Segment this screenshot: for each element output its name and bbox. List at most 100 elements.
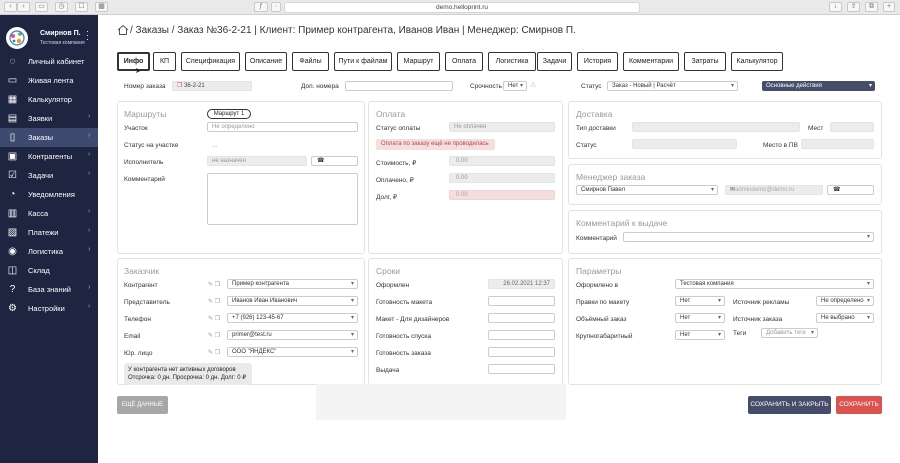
sidebar-item-10[interactable]: ▨ Платежи › bbox=[0, 223, 98, 242]
delivery-date-input[interactable] bbox=[488, 364, 555, 374]
extra-numbers-input[interactable] bbox=[345, 81, 453, 91]
status-label: Статус bbox=[581, 83, 602, 90]
new-tab-icon[interactable]: + bbox=[883, 2, 895, 12]
email-select[interactable]: primer@test.ru bbox=[227, 330, 358, 340]
sidebar-item-9[interactable]: ▥ Касса › bbox=[0, 204, 98, 223]
places-field[interactable] bbox=[830, 122, 874, 132]
tags-input[interactable]: Добавить теги bbox=[761, 328, 818, 338]
sidebar-item-label: Контрагенты bbox=[28, 152, 73, 161]
tab-5[interactable]: Файлы bbox=[292, 52, 329, 71]
designer-layout-label: Макет - Для дизайнеров bbox=[376, 316, 450, 323]
cost-label: Стоимость, ₽ bbox=[376, 160, 417, 167]
designer-layout-input[interactable] bbox=[488, 313, 555, 323]
grid-icon[interactable]: ▦ bbox=[95, 2, 108, 12]
sidebar-item-8[interactable]: ◔ Уведомления bbox=[0, 185, 98, 204]
save-and-close-button[interactable]: СОХРАНИТЬ И ЗАКРЫТЬ bbox=[748, 396, 831, 414]
back-icon[interactable]: ‹ bbox=[4, 2, 17, 12]
sidebar-item-14[interactable]: ⚙ Настройки › bbox=[0, 299, 98, 318]
sidebar-item-1[interactable]: ◌ Личный кабинет bbox=[0, 52, 98, 71]
sidebar-item-11[interactable]: ◉ Логистика › bbox=[0, 242, 98, 261]
section-input[interactable]: Не определено bbox=[207, 122, 358, 132]
status-select[interactable]: Заказ - Новый | Расчёт bbox=[607, 81, 738, 91]
route-1-button[interactable]: Маршрут 1 bbox=[207, 109, 251, 119]
sidebar-item-6[interactable]: ▣ Контрагенты › bbox=[0, 147, 98, 166]
ad-source-select[interactable]: Не определено bbox=[816, 296, 874, 306]
bulk-order-select[interactable]: Нет bbox=[675, 313, 725, 323]
manager-phone-icon[interactable]: ☎ bbox=[827, 185, 874, 195]
sidebar-item-label: Заявки bbox=[28, 114, 53, 123]
manager-select[interactable]: Смирнов Павел bbox=[576, 185, 718, 195]
sidebar-item-label: Платежи bbox=[28, 228, 59, 237]
tab-2[interactable]: КП bbox=[153, 52, 176, 71]
calculator-icon: ▦ bbox=[7, 94, 18, 105]
sidebar-item-2[interactable]: ▭ Живая лента bbox=[0, 71, 98, 90]
phone-icon[interactable]: ☎ bbox=[311, 156, 358, 166]
tab-13[interactable]: Затраты bbox=[684, 52, 726, 71]
layout-ready-input[interactable] bbox=[488, 296, 555, 306]
payment-status-label: Статус оплаты bbox=[376, 125, 421, 132]
sidebar-item-label: Логистика bbox=[28, 247, 64, 256]
terms-title: Сроки bbox=[376, 266, 401, 276]
sidebar-item-3[interactable]: ▦ Калькулятор bbox=[0, 90, 98, 109]
order-ready-input[interactable] bbox=[488, 347, 555, 357]
history-icon[interactable]: ◷ bbox=[55, 2, 68, 12]
more-data-button[interactable]: ЕЩЁ ДАННЫЕ bbox=[117, 396, 168, 414]
tab-11[interactable]: История bbox=[577, 52, 618, 71]
representative-select[interactable]: Иванов Иван Иванович bbox=[227, 296, 358, 306]
issue-comment-select[interactable] bbox=[623, 232, 874, 242]
delivery-type-field[interactable] bbox=[632, 122, 800, 132]
edit-representative-icon[interactable]: ✎ ❐ bbox=[208, 298, 220, 305]
sidebar-toggle-icon[interactable]: ▭ bbox=[35, 2, 48, 12]
tab-7[interactable]: Маршрут bbox=[397, 52, 440, 71]
main-actions-button[interactable]: Основные действия ▾ bbox=[762, 81, 875, 91]
company-logo[interactable] bbox=[6, 27, 28, 49]
contractor-select[interactable]: Пример контрагента bbox=[227, 279, 358, 289]
edit-phone-icon[interactable]: ✎ ❐ bbox=[208, 315, 220, 322]
home-icon[interactable] bbox=[117, 24, 129, 36]
sidebar-item-7[interactable]: ☑ Задачи › bbox=[0, 166, 98, 185]
tabs-icon[interactable]: ⧉ bbox=[865, 2, 878, 12]
legal-entity-select[interactable]: ООО "ЯНДЕКС" bbox=[227, 347, 358, 357]
tab-12[interactable]: Комментарии bbox=[623, 52, 679, 71]
phone-select[interactable]: +7 (926) 123-45-67 bbox=[227, 313, 358, 323]
edit-legal-entity-icon[interactable]: ✎ ❐ bbox=[208, 349, 220, 356]
tab-6[interactable]: Пути к файлам bbox=[334, 52, 392, 71]
address-bar[interactable]: demo.helloprint.ru bbox=[284, 2, 640, 13]
route-comment-textarea[interactable] bbox=[207, 173, 358, 225]
forward-icon[interactable]: › bbox=[17, 2, 30, 12]
tab-3[interactable]: Спецификация bbox=[181, 52, 240, 71]
oversize-select[interactable]: Нет bbox=[675, 330, 725, 340]
payments-icon: ▨ bbox=[7, 227, 18, 238]
tags-label: Теги bbox=[733, 330, 747, 337]
user-menu-icon[interactable]: · · · bbox=[86, 27, 89, 44]
save-button[interactable]: СОХРАНИТЬ bbox=[836, 396, 882, 414]
sidebar-item-4[interactable]: ▤ Заявки › bbox=[0, 109, 98, 128]
launch-ready-input[interactable] bbox=[488, 330, 555, 340]
sidebar-item-12[interactable]: ◫ Склад bbox=[0, 261, 98, 280]
edit-email-icon[interactable]: ✎ ❐ bbox=[208, 332, 220, 339]
tab-10[interactable]: Задачи bbox=[537, 52, 572, 71]
edit-contractor-icon[interactable]: ✎ ❐ bbox=[208, 281, 220, 288]
delivery-type-label: Тип доставки bbox=[576, 125, 616, 132]
download-icon[interactable]: ↓ bbox=[829, 2, 842, 12]
sidebar-item-13[interactable]: ? База знаний › bbox=[0, 280, 98, 299]
tab-4[interactable]: Описание bbox=[245, 52, 287, 71]
tab-9[interactable]: Логистика bbox=[488, 52, 536, 71]
pickup-place-field[interactable] bbox=[801, 139, 874, 149]
more-icon[interactable]: · bbox=[271, 2, 281, 12]
paid-label: Оплачено, ₽ bbox=[376, 177, 414, 184]
urgency-select[interactable]: Нет bbox=[503, 81, 527, 91]
delivery-date-label: Выдача bbox=[376, 367, 400, 374]
bookmarks-icon[interactable]: ☐ bbox=[75, 2, 88, 12]
executor-field[interactable]: не назначен bbox=[207, 156, 307, 166]
issued-in-select[interactable]: Тестовая компания bbox=[675, 279, 874, 289]
tab-1[interactable]: Инфо bbox=[117, 52, 150, 71]
layout-edits-select[interactable]: Нет bbox=[675, 296, 725, 306]
sidebar-item-5[interactable]: ▯ Заказы › bbox=[0, 128, 98, 147]
share-icon[interactable]: ⇪ bbox=[847, 2, 860, 12]
tab-14[interactable]: Калькулятор bbox=[731, 52, 783, 71]
tab-8[interactable]: Оплата bbox=[445, 52, 483, 71]
function-icon[interactable]: ƒ bbox=[254, 2, 268, 12]
sidebar-item-label: Живая лента bbox=[28, 76, 74, 85]
order-source-select[interactable]: Не выбрано bbox=[816, 313, 874, 323]
